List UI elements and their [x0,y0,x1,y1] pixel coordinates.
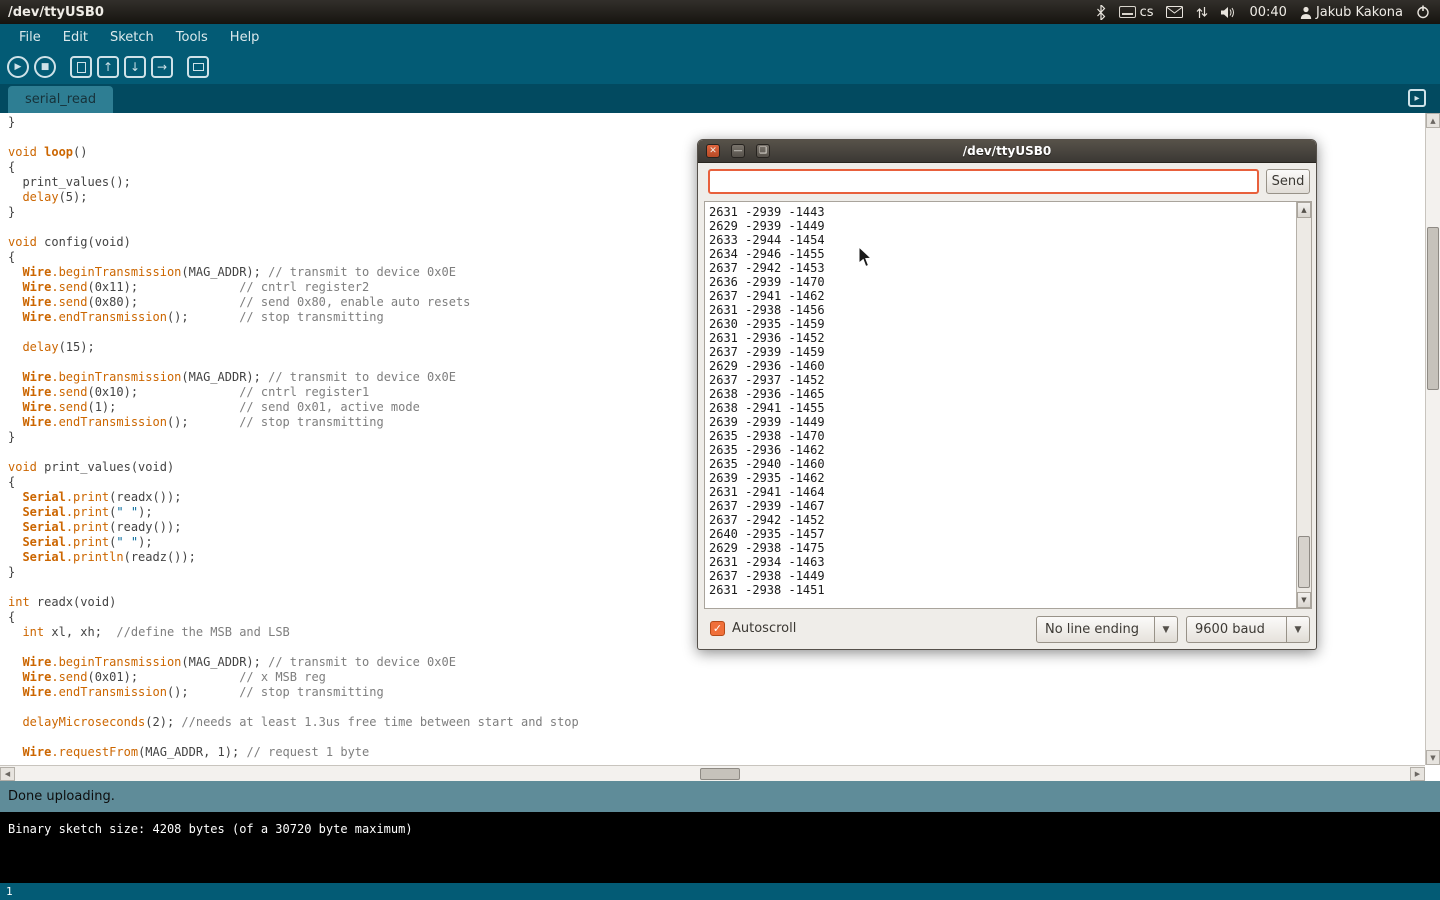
session-power-icon[interactable] [1416,5,1430,19]
stop-button[interactable]: ■ [34,56,56,78]
serial-input[interactable] [708,169,1259,194]
code-line [8,700,1425,715]
maximize-icon[interactable]: ❑ [756,144,770,158]
user-menu[interactable]: Jakub Kakona [1300,5,1403,20]
keyboard-layout-indicator[interactable]: cs [1119,5,1154,20]
tab-menu-button[interactable]: ▸ [1408,89,1426,107]
tabbar: serial_read ▸ [0,84,1440,113]
code-line [8,730,1425,745]
serial-output[interactable]: 2631 -2939 -1443 2629 -2939 -1449 2633 -… [705,202,1296,608]
scroll-up-arrow[interactable]: ▲ [1426,113,1440,128]
keyboard-layout-label: cs [1140,5,1154,20]
serial-output-scrollbar[interactable]: ▲ ▼ [1296,202,1311,608]
clock-indicator[interactable]: 00:40 [1249,5,1286,20]
code-line: Wire.endTransmission(); // stop transmit… [8,685,1425,700]
tab-serial-read[interactable]: serial_read [8,86,113,113]
code-line: delayMicroseconds(2); //needs at least 1… [8,715,1425,730]
user-name-label: Jakub Kakona [1316,5,1403,20]
editor-vertical-scrollbar[interactable]: ▲ ▼ [1425,113,1440,765]
menubar: File Edit Sketch Tools Help [0,24,1440,50]
console-output: Binary sketch size: 4208 bytes (of a 307… [0,812,1440,883]
line-ending-value: No line ending [1036,616,1155,643]
scroll-left-arrow[interactable]: ◀ [0,767,15,781]
network-icon[interactable] [1196,6,1208,19]
menu-tools[interactable]: Tools [165,26,219,49]
serial-monitor-title: /dev/ttyUSB0 [698,140,1316,163]
upload-button[interactable]: → [151,56,173,78]
line-ending-dropdown[interactable]: No line ending ▼ [1036,616,1178,643]
serial-scroll-up-arrow[interactable]: ▲ [1297,202,1311,218]
vertical-scrollbar-thumb[interactable] [1427,227,1439,390]
bluetooth-icon[interactable] [1096,5,1106,20]
serial-monitor-window: /dev/ttyUSB0 ✕ — ❑ Send 2631 -2939 -1443… [697,139,1317,650]
autoscroll-label: Autoscroll [732,621,796,637]
serial-monitor-icon [193,63,204,71]
scroll-down-arrow[interactable]: ▼ [1426,750,1440,765]
baud-rate-value: 9600 baud [1186,616,1287,643]
serial-monitor-button[interactable] [187,56,209,78]
minimize-icon[interactable]: — [731,144,745,158]
serial-monitor-titlebar[interactable]: /dev/ttyUSB0 ✕ — ❑ [698,140,1316,163]
serial-scroll-down-arrow[interactable]: ▼ [1297,592,1311,608]
line-number: 1 [6,885,13,898]
new-sketch-button[interactable] [70,56,92,78]
toolbar: ▶ ■ ↑ ↓ → [0,50,1440,84]
window-controls: ✕ — ❑ [706,144,770,158]
mail-icon[interactable] [1166,6,1183,18]
menu-file[interactable]: File [8,26,52,49]
code-line: Wire.beginTransmission(MAG_ADDR); // tra… [8,655,1425,670]
horizontal-scrollbar-thumb[interactable] [700,768,740,780]
autoscroll-checkbox[interactable]: ✓ [710,621,725,636]
baud-rate-dropdown[interactable]: 9600 baud ▼ [1186,616,1310,643]
editor-horizontal-scrollbar[interactable]: ◀ ▶ [0,765,1425,781]
keyboard-icon [1119,6,1136,18]
footer-line-indicator: 1 [0,883,1440,900]
code-line: } [8,115,1425,130]
volume-icon[interactable] [1221,6,1236,19]
open-button[interactable]: ↑ [97,56,119,78]
status-bar: Done uploading. [0,781,1440,812]
panel-window-title: /dev/ttyUSB0 [8,5,104,20]
status-message: Done uploading. [8,789,115,804]
save-button[interactable]: ↓ [124,56,146,78]
serial-scrollbar-thumb[interactable] [1298,536,1310,588]
serial-output-area: 2631 -2939 -1443 2629 -2939 -1449 2633 -… [704,201,1312,609]
menu-sketch[interactable]: Sketch [99,26,165,49]
send-button[interactable]: Send [1266,169,1310,194]
scroll-right-arrow[interactable]: ▶ [1410,767,1425,781]
code-line: Wire.send(0x01); // x MSB reg [8,670,1425,685]
mouse-cursor [858,247,872,272]
top-panel: /dev/ttyUSB0 cs 00:40 Jakub Kakona [0,0,1440,24]
chevron-down-icon[interactable]: ▼ [1155,616,1178,643]
panel-indicators: cs 00:40 Jakub Kakona [1096,5,1440,20]
console-text: Binary sketch size: 4208 bytes (of a 307… [8,822,413,836]
menu-edit[interactable]: Edit [52,26,99,49]
user-icon [1300,6,1312,19]
chevron-down-icon[interactable]: ▼ [1287,616,1310,643]
menu-help[interactable]: Help [219,26,271,49]
verify-button[interactable]: ▶ [7,56,29,78]
close-icon[interactable]: ✕ [706,144,720,158]
new-page-icon [77,62,86,73]
code-line: Wire.requestFrom(MAG_ADDR, 1); // reques… [8,745,1425,760]
